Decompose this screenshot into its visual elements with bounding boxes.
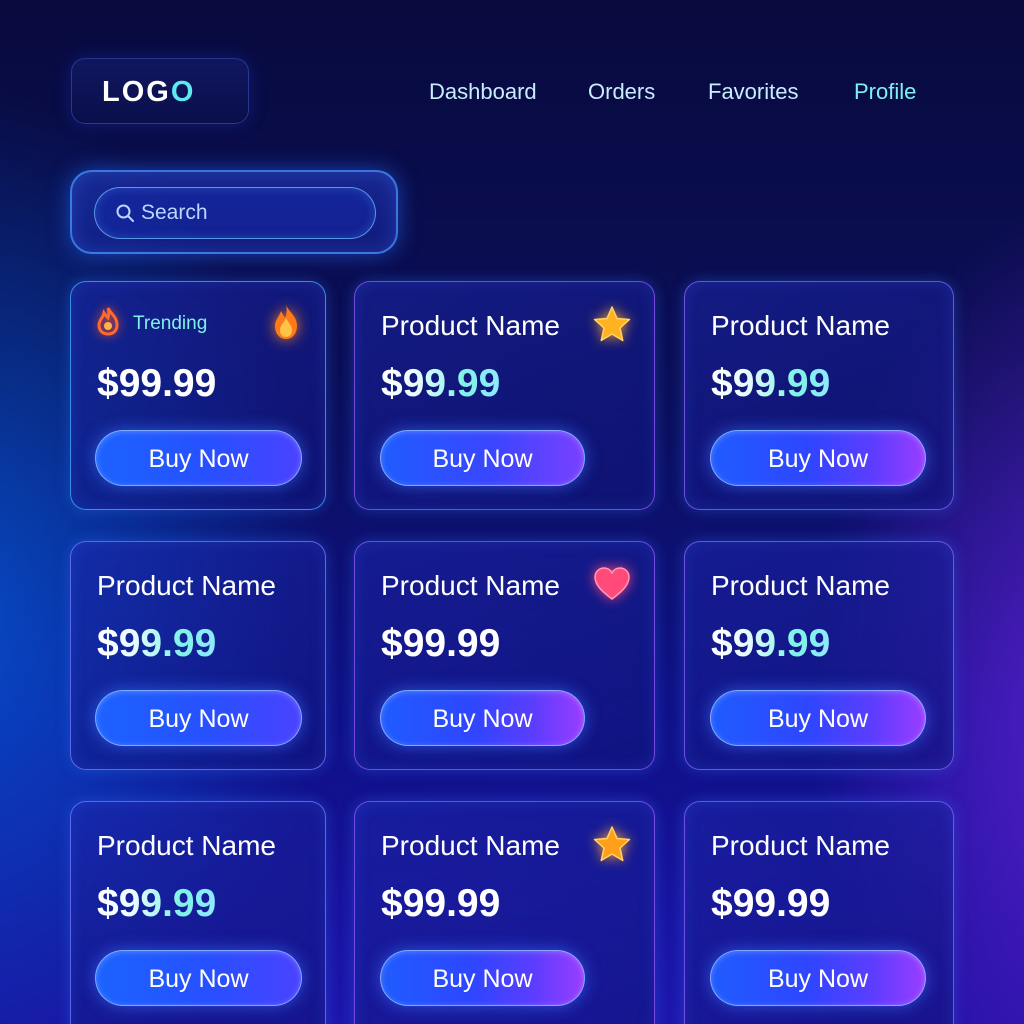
product-price: $99.99: [711, 882, 831, 925]
buy-now-button[interactable]: Buy Now: [380, 690, 585, 746]
product-name: Product Name: [381, 570, 560, 601]
product-price: $99.99: [711, 622, 831, 665]
product-price: $99.99: [711, 362, 831, 405]
buy-now-button[interactable]: Buy Now: [95, 430, 302, 486]
product-name: Product Name: [711, 830, 890, 861]
logo-text-accent: O: [170, 76, 196, 108]
buy-now-button[interactable]: Buy Now: [380, 950, 585, 1006]
buy-now-button[interactable]: Buy Now: [95, 690, 302, 746]
product-card[interactable]: Product Name $99.99 Buy Now: [70, 801, 326, 1024]
product-card[interactable]: Product Name $99.99 Buy Now: [354, 541, 655, 770]
search-icon: [116, 204, 134, 222]
fire-icon: [275, 305, 297, 339]
nav-favorites[interactable]: Favorites: [708, 78, 798, 106]
product-price: $99.99: [97, 362, 217, 405]
heart-icon: [594, 567, 630, 600]
product-name: Product Name: [711, 310, 890, 341]
product-price: $99.99: [97, 622, 217, 665]
product-card[interactable]: Product Name $99.99 Buy Now: [70, 541, 326, 770]
product-price: $99.99: [381, 882, 501, 925]
search-input[interactable]: Search: [94, 187, 376, 239]
product-card[interactable]: Product Name $99.99 Buy Now: [684, 541, 954, 770]
product-name: Product Name: [381, 830, 560, 861]
logo-text: LOGO: [102, 77, 195, 107]
buy-now-button[interactable]: Buy Now: [380, 430, 585, 486]
trending-label: Trending: [133, 313, 208, 334]
buy-now-button[interactable]: Buy Now: [710, 430, 926, 486]
buy-now-button[interactable]: Buy Now: [95, 950, 302, 1006]
product-card[interactable]: Product Name $99.99 Buy Now: [684, 281, 954, 510]
product-card[interactable]: Product Name $99.99 Buy Now: [354, 801, 655, 1024]
nav-orders[interactable]: Orders: [588, 78, 655, 106]
search-placeholder: Search: [141, 201, 208, 224]
product-name: Product Name: [97, 570, 276, 601]
product-price: $99.99: [381, 362, 501, 405]
trending-flame-icon: [97, 307, 119, 336]
product-card-trending[interactable]: Trending $99.99 Buy Now: [70, 281, 326, 510]
product-card[interactable]: Product Name $99.99 Buy Now: [684, 801, 954, 1024]
star-icon: [593, 826, 631, 862]
product-card[interactable]: Product Name $99.99 Buy Now: [354, 281, 655, 510]
logo-text-main: LOG: [102, 76, 171, 108]
logo[interactable]: LOGO: [71, 58, 249, 124]
product-name: Product Name: [97, 830, 276, 861]
buy-now-button[interactable]: Buy Now: [710, 950, 926, 1006]
product-name: Product Name: [711, 570, 890, 601]
star-icon: [593, 306, 631, 342]
product-price: $99.99: [381, 622, 501, 665]
product-name: Product Name: [381, 310, 560, 341]
nav-dashboard[interactable]: Dashboard: [429, 78, 537, 106]
product-price: $99.99: [97, 882, 217, 925]
buy-now-button[interactable]: Buy Now: [710, 690, 926, 746]
nav-profile[interactable]: Profile: [854, 78, 916, 106]
